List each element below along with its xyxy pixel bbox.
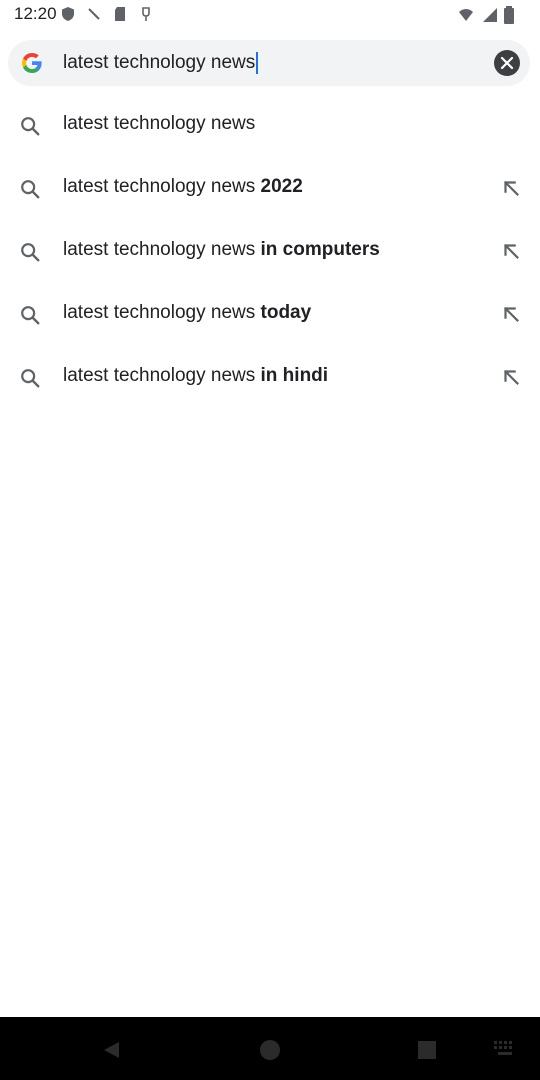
suggestion-item[interactable]: latest technology news xyxy=(0,94,540,157)
navigation-bar xyxy=(0,1017,540,1080)
text-cursor xyxy=(256,51,259,74)
home-icon[interactable] xyxy=(258,1038,282,1062)
search-input[interactable]: latest technology news xyxy=(63,48,443,78)
battery-icon xyxy=(504,6,514,24)
status-system-icons xyxy=(456,6,514,24)
suggestion-item[interactable]: latest technology news 2022 xyxy=(0,157,540,220)
sd-card-icon xyxy=(115,7,125,21)
arrow-up-left-icon[interactable] xyxy=(500,177,522,199)
usb-icon xyxy=(142,7,150,21)
arrow-up-left-icon[interactable] xyxy=(500,366,522,388)
suggestion-prefix: latest technology news xyxy=(63,176,261,197)
cursor-icon xyxy=(88,8,100,20)
suggestion-label: latest technology news in computers xyxy=(63,239,380,261)
suggestion-completion: 2022 xyxy=(260,176,303,197)
suggestion-label: latest technology news 2022 xyxy=(63,176,303,198)
suggestion-prefix: latest technology news xyxy=(63,239,261,260)
shield-icon xyxy=(62,7,74,21)
search-icon xyxy=(21,180,40,199)
suggestion-prefix: latest technology news xyxy=(63,113,256,134)
suggestion-completion: in computers xyxy=(260,239,380,260)
suggestion-list: latest technology news latest technology… xyxy=(0,94,540,409)
status-bar: 12:20 xyxy=(0,0,540,30)
suggestion-label: latest technology news xyxy=(63,113,255,135)
search-icon xyxy=(21,369,40,388)
status-notification-icons xyxy=(60,6,154,22)
google-logo-icon xyxy=(22,53,42,73)
close-icon xyxy=(500,56,514,70)
suggestion-label: latest technology news today xyxy=(63,302,311,324)
suggestion-completion: today xyxy=(260,302,312,323)
suggestion-prefix: latest technology news xyxy=(63,302,261,323)
arrow-up-left-icon[interactable] xyxy=(500,240,522,262)
suggestion-prefix: latest technology news xyxy=(63,365,261,386)
suggestion-item[interactable]: latest technology news in computers xyxy=(0,220,540,283)
status-time: 12:20 xyxy=(14,4,57,23)
suggestion-completion: in hindi xyxy=(260,365,329,386)
search-icon xyxy=(21,117,40,136)
search-icon xyxy=(21,243,40,262)
clear-button[interactable] xyxy=(494,50,520,76)
keyboard-icon[interactable] xyxy=(494,1041,516,1057)
wifi-icon xyxy=(459,9,473,21)
suggestion-item[interactable]: latest technology news today xyxy=(0,283,540,346)
suggestion-label: latest technology news in hindi xyxy=(63,365,328,387)
recents-icon[interactable] xyxy=(418,1041,436,1059)
suggestion-item[interactable]: latest technology news in hindi xyxy=(0,346,540,409)
signal-icon xyxy=(483,8,497,22)
back-icon[interactable] xyxy=(100,1039,122,1061)
search-query-text: latest technology news xyxy=(63,52,256,73)
search-icon xyxy=(21,306,40,325)
arrow-up-left-icon[interactable] xyxy=(500,303,522,325)
search-bar: latest technology news xyxy=(8,40,530,86)
